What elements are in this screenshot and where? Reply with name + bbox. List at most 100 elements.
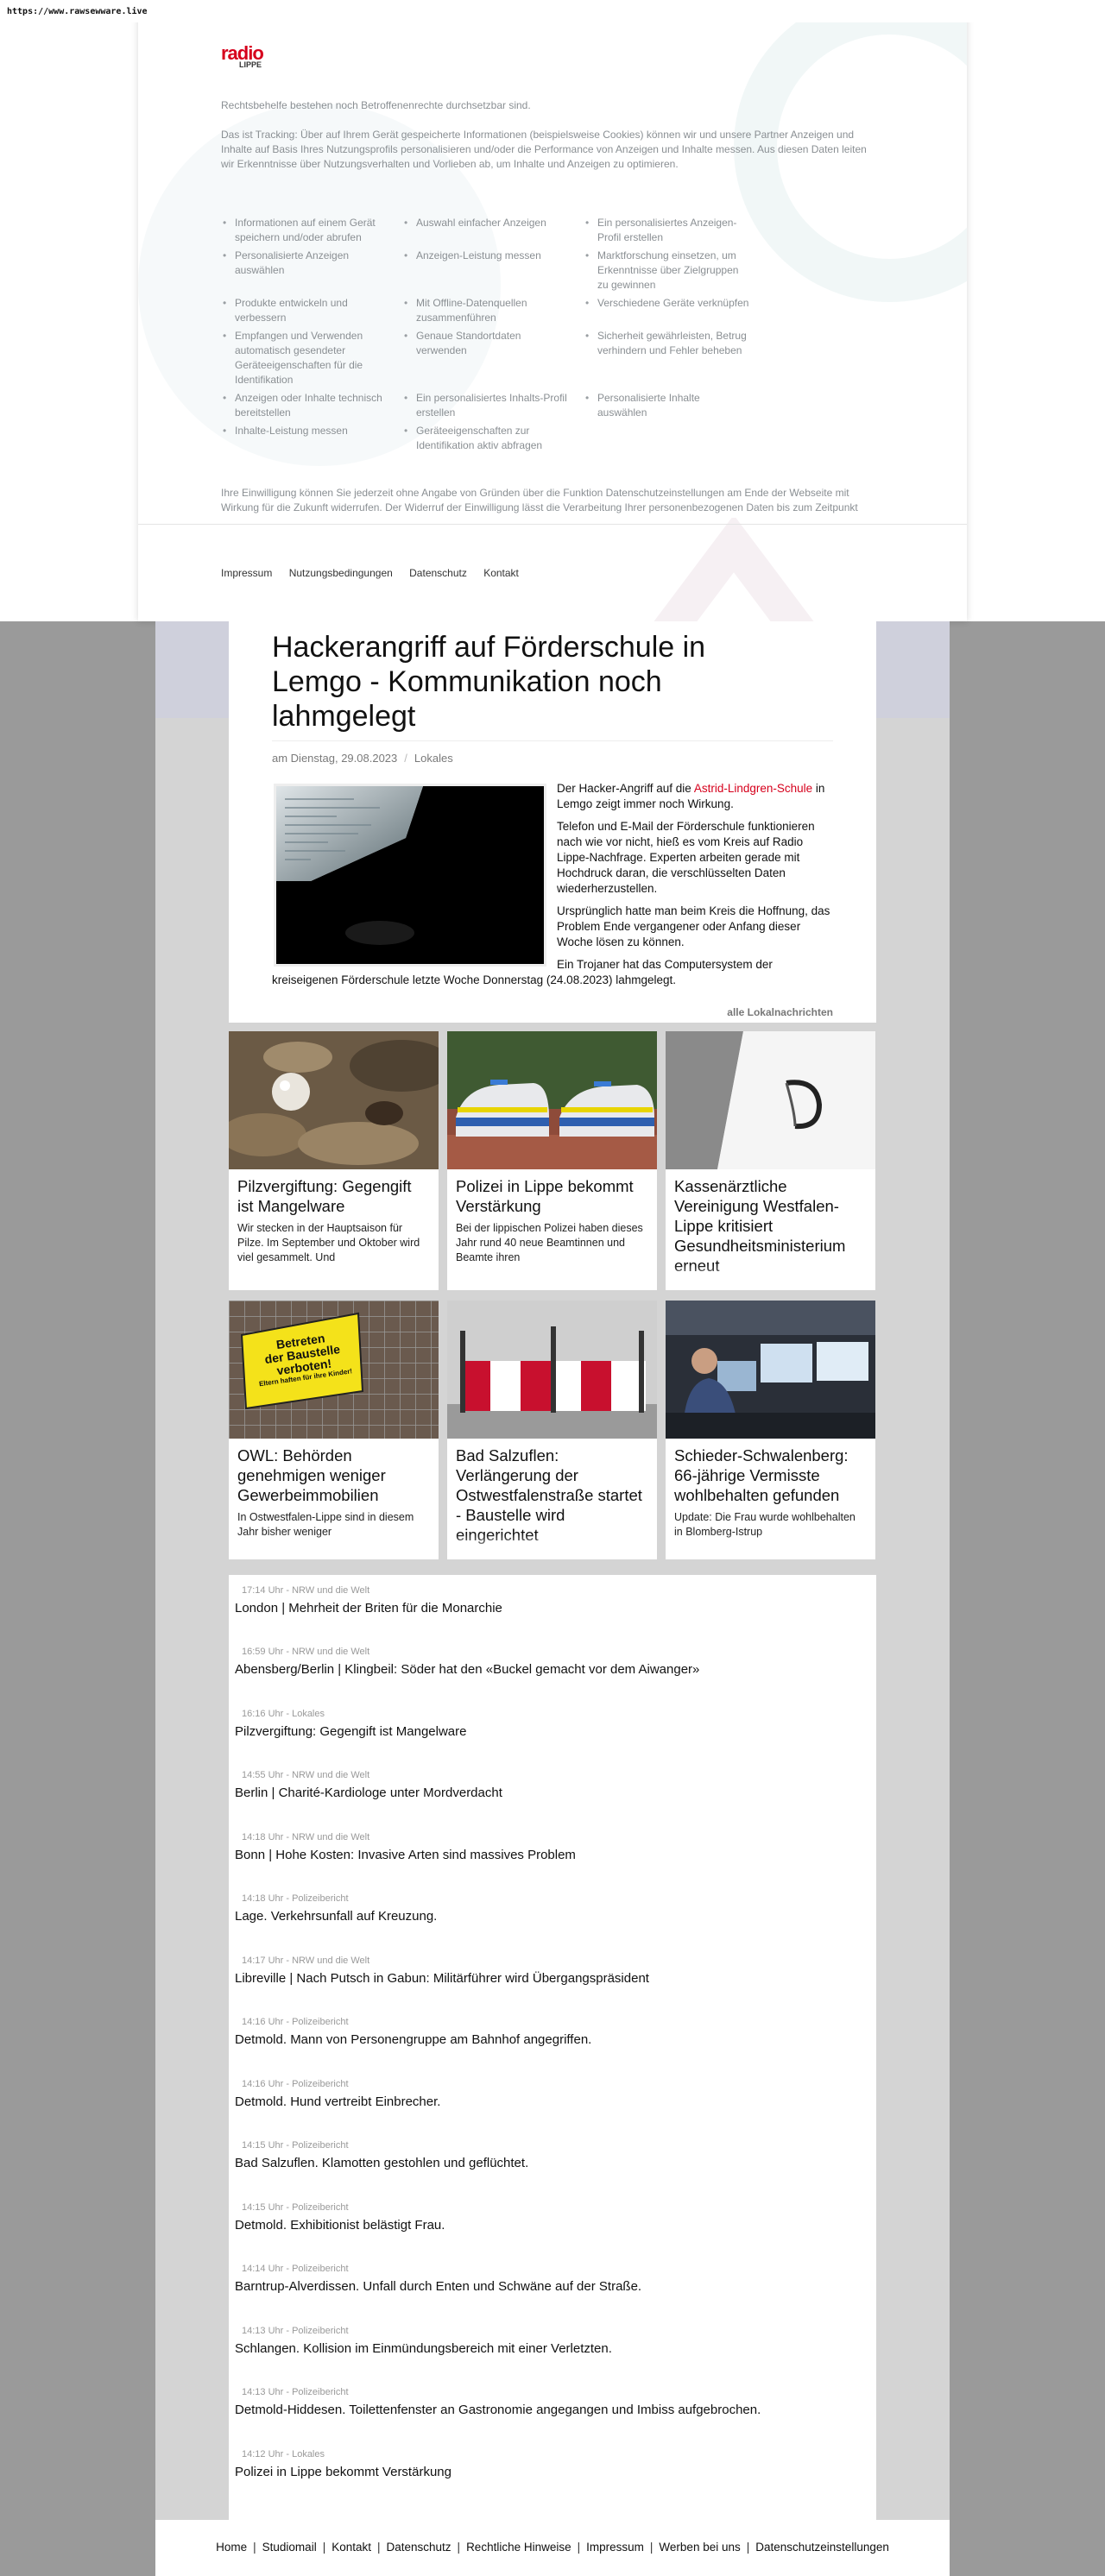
news-item[interactable]: 17:14 Uhr - NRW und die Welt London | Meh… xyxy=(235,1585,856,1616)
article-body: Der Hacker-Angriff auf die Astrid-Lindgr… xyxy=(272,781,833,995)
teaser-title: Polizei in Lippe bekommt Verstärkung xyxy=(456,1177,634,1215)
footer-link-datenschutz[interactable]: Datenschutz xyxy=(387,2541,451,2554)
purpose-item: Empfangen und Verwenden automatisch gese… xyxy=(221,329,402,387)
news-headline[interactable]: Berlin | Charité-Kardiologe unter Mordve… xyxy=(235,1786,856,1800)
news-item[interactable]: 14:17 Uhr - NRW und die Welt Libreville |… xyxy=(235,1956,856,1986)
article: Hackerangriff auf Förderschule in Lemgo … xyxy=(229,621,876,1023)
news-item[interactable]: 16:59 Uhr - NRW und die Welt Abensberg/Be… xyxy=(235,1647,856,1677)
consent-link-kontakt[interactable]: Kontakt xyxy=(483,567,519,579)
news-ticker: 17:14 Uhr - NRW und die Welt London | Meh… xyxy=(229,1575,876,2522)
footer-link-impressum[interactable]: Impressum xyxy=(586,2541,644,2554)
footer-separator: | xyxy=(376,2541,381,2554)
news-item[interactable]: 14:18 Uhr - NRW und die Welt Bonn | Hohe … xyxy=(235,1832,856,1862)
purpose-item: Inhalte-Leistung messen xyxy=(221,424,402,453)
news-headline[interactable]: Polizei in Lippe bekommt Verstärkung xyxy=(235,2465,856,2479)
paragraph-text: Der Hacker-Angriff auf die xyxy=(557,782,694,795)
purpose-item: Informationen auf einem Gerät speichern … xyxy=(221,216,402,245)
control-room-image xyxy=(666,1301,875,1439)
news-time: 14:13 Uhr - Polizeibericht xyxy=(242,2326,349,2336)
news-item[interactable]: 14:14 Uhr - Polizeibericht Barntrup-Alver… xyxy=(235,2264,856,2294)
purpose-item: Ein personalisiertes Inhalts-Profil erst… xyxy=(402,391,584,420)
teaser-card[interactable]: Polizei in Lippe bekommt Verstärkung Bei… xyxy=(447,1031,657,1290)
road-barrier-image xyxy=(447,1301,657,1439)
purpose-item: Personalisierte Anzeigen auswählen xyxy=(221,249,402,293)
footer-separator: | xyxy=(253,2541,256,2554)
purpose-item: Auswahl einfacher Anzeigen xyxy=(402,216,584,245)
news-headline[interactable]: Schlangen. Kollision im Einmündungsberei… xyxy=(235,2341,856,2356)
footer-link-rechtliche-hinweise[interactable]: Rechtliche Hinweise xyxy=(466,2541,571,2554)
news-headline[interactable]: Barntrup-Alverdissen. Unfall durch Enten… xyxy=(235,2279,856,2294)
news-time: 14:55 Uhr - NRW und die Welt xyxy=(242,1770,370,1780)
footer-separator: | xyxy=(577,2541,581,2554)
news-item[interactable]: 14:13 Uhr - Polizeibericht Schlangen. Kol… xyxy=(235,2326,856,2356)
news-time: 16:16 Uhr - Lokales xyxy=(242,1709,325,1719)
news-headline[interactable]: Pilzvergiftung: Gegengift ist Mangelware xyxy=(235,1724,856,1739)
purpose-item: Marktforschung einsetzen, um Erkenntniss… xyxy=(584,249,765,293)
consent-text-withdrawal: Ihre Einwilligung können Sie jederzeit o… xyxy=(221,487,858,517)
news-time: 14:14 Uhr - Polizeibericht xyxy=(242,2264,349,2274)
news-item[interactable]: 14:16 Uhr - Polizeibericht Detmold. Mann … xyxy=(235,2017,856,2047)
news-headline[interactable]: Bonn | Hohe Kosten: Invasive Arten sind … xyxy=(235,1848,856,1862)
news-headline[interactable]: London | Mehrheit der Briten für die Mon… xyxy=(235,1601,856,1616)
news-headline[interactable]: Libreville | Nach Putsch in Gabun: Milit… xyxy=(235,1971,856,1986)
teaser-text: Wir stecken in der Hauptsaison für Pilze… xyxy=(237,1222,420,1263)
footer-link-studiomail[interactable]: Studiomail xyxy=(262,2541,317,2554)
footer-separator: | xyxy=(457,2541,461,2554)
news-item[interactable]: 14:15 Uhr - Polizeibericht Bad Salzuflen.… xyxy=(235,2140,856,2170)
purpose-item: Sicherheit gewährleisten, Betrug verhind… xyxy=(584,329,765,387)
teaser-text: Bei der lippischen Polizei haben dieses … xyxy=(456,1222,643,1263)
footer-link-datenschutzeinstellungen[interactable]: Datenschutzeinstellungen xyxy=(755,2541,889,2554)
news-item[interactable]: 14:12 Uhr - Lokales Polizei in Lippe beko… xyxy=(235,2449,856,2479)
footer-separator: | xyxy=(746,2541,750,2554)
purpose-item: Verschiedene Geräte verknüpfen xyxy=(584,296,765,325)
consent-dialog: radio LIPPE Rechtsbehelfe bestehen noch … xyxy=(138,0,967,621)
news-item[interactable]: 14:13 Uhr - Polizeibericht Detmold-Hiddes… xyxy=(235,2387,856,2417)
footer-link-werben[interactable]: Werben bei uns xyxy=(659,2541,740,2554)
purpose-item: Personalisierte Inhalte auswählen xyxy=(584,391,765,420)
teaser-card[interactable]: Pilzvergiftung: Gegengift ist Mangelware… xyxy=(229,1031,439,1290)
article-meta: am Dienstag, 29.08.2023 / Lokales xyxy=(272,740,833,765)
construction-sign-image: Betreten der Baustelle verboten! Eltern … xyxy=(229,1301,439,1439)
consent-link-datenschutz[interactable]: Datenschutz xyxy=(409,567,467,579)
news-item[interactable]: 14:15 Uhr - Polizeibericht Detmold. Exhib… xyxy=(235,2202,856,2233)
news-time: 14:15 Uhr - Polizeibericht xyxy=(242,2140,349,2151)
consent-purposes-list: Informationen auf einem Gerät speichern … xyxy=(221,216,791,453)
teaser-card[interactable]: Bad Salzuflen: Verlängerung der Ostwestf… xyxy=(447,1301,657,1559)
ad-banner-right[interactable] xyxy=(876,621,950,718)
teaser-card[interactable]: Betreten der Baustelle verboten! Eltern … xyxy=(229,1301,439,1559)
news-headline[interactable]: Detmold-Hiddesen. Toilettenfenster an Ga… xyxy=(235,2403,856,2417)
footer-link-kontakt[interactable]: Kontakt xyxy=(332,2541,371,2554)
consent-footer-nav: Impressum Nutzungsbedingungen Datenschut… xyxy=(221,567,533,579)
news-time: 14:16 Uhr - Polizeibericht xyxy=(242,2079,349,2089)
teaser-card[interactable]: Kassenärztliche Vereinigung Westfalen-Li… xyxy=(666,1031,875,1290)
news-headline[interactable]: Detmold. Mann von Personengruppe am Bahn… xyxy=(235,2032,856,2047)
news-time: 14:16 Uhr - Polizeibericht xyxy=(242,2017,349,2027)
purpose-item: Anzeigen-Leistung messen xyxy=(402,249,584,293)
purpose-item: Geräteeigenschaften zur Identifikation a… xyxy=(402,424,584,453)
footer-link-home[interactable]: Home xyxy=(216,2541,247,2554)
news-item[interactable]: 14:16 Uhr - Polizeibericht Detmold. Hund … xyxy=(235,2079,856,2109)
news-time: 14:17 Uhr - NRW und die Welt xyxy=(242,1956,370,1966)
article-category[interactable]: Lokales xyxy=(414,752,453,765)
logo-text-radio: radio xyxy=(221,42,264,64)
school-link[interactable]: Astrid-Lindgren-Schule xyxy=(694,782,812,795)
radio-lippe-logo[interactable]: radio LIPPE xyxy=(221,42,264,70)
teaser-title: Schieder-Schwalenberg: 66-jährige Vermis… xyxy=(674,1446,849,1504)
consent-link-nutzungsbedingungen[interactable]: Nutzungsbedingungen xyxy=(289,567,393,579)
news-headline[interactable]: Lage. Verkehrsunfall auf Kreuzung. xyxy=(235,1909,856,1924)
teaser-card[interactable]: Schieder-Schwalenberg: 66-jährige Vermis… xyxy=(666,1301,875,1559)
article-date: am Dienstag, 29.08.2023 xyxy=(272,752,398,765)
news-item[interactable]: 16:16 Uhr - Lokales Pilzvergiftung: Gegen… xyxy=(235,1709,856,1739)
news-time: 17:14 Uhr - NRW und die Welt xyxy=(242,1585,370,1596)
purpose-item: Genaue Standortdaten verwenden xyxy=(402,329,584,387)
news-headline[interactable]: Bad Salzuflen. Klamotten gestohlen und g… xyxy=(235,2156,856,2170)
news-headline[interactable]: Abensberg/Berlin | Klingbeil: Söder hat … xyxy=(235,1662,856,1677)
ad-banner-left[interactable] xyxy=(155,621,229,718)
news-headline[interactable]: Detmold. Exhibitionist belästigt Frau. xyxy=(235,2218,856,2233)
news-item[interactable]: 14:18 Uhr - Polizeibericht Lage. Verkehrs… xyxy=(235,1893,856,1924)
consent-link-impressum[interactable]: Impressum xyxy=(221,567,272,579)
news-headline[interactable]: Detmold. Hund vertreibt Einbrecher. xyxy=(235,2094,856,2109)
news-time: 14:12 Uhr - Lokales xyxy=(242,2449,325,2459)
all-local-news-link[interactable]: alle Lokalnachrichten xyxy=(727,1006,833,1018)
news-item[interactable]: 14:55 Uhr - NRW und die Welt Berlin | Cha… xyxy=(235,1770,856,1800)
